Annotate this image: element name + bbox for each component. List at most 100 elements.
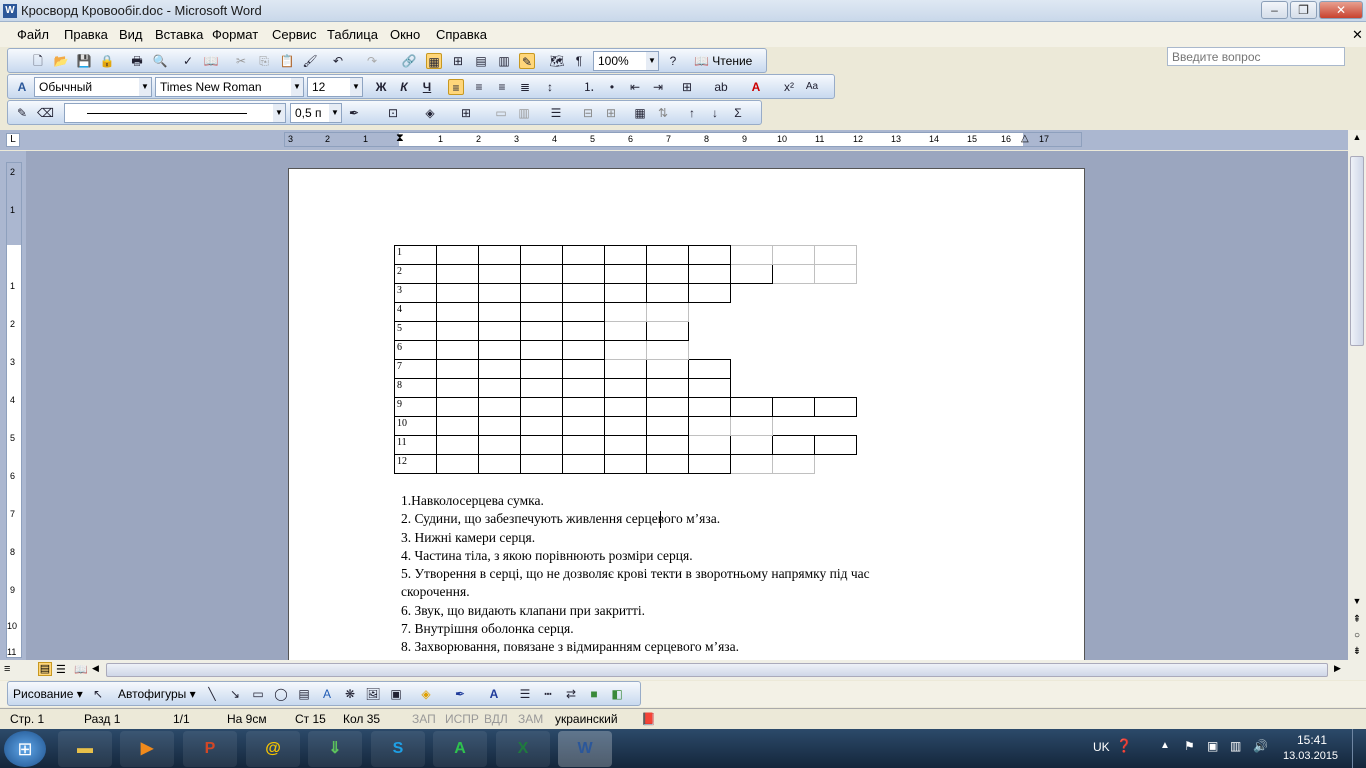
powerpoint-taskbar-icon[interactable]: P bbox=[183, 731, 237, 767]
style-select[interactable]: Обычный ▼ bbox=[34, 77, 152, 97]
clue-number-cell[interactable]: 7 bbox=[394, 359, 437, 379]
bullets-icon[interactable]: • bbox=[604, 79, 620, 95]
letter-cell[interactable] bbox=[436, 378, 479, 398]
bold-button[interactable]: Ж bbox=[373, 79, 389, 95]
split-cells-icon[interactable]: ▥ bbox=[516, 105, 532, 121]
letter-cell[interactable] bbox=[730, 435, 773, 455]
insert-table-2-icon[interactable]: ⊞ bbox=[458, 105, 474, 121]
letter-cell[interactable] bbox=[646, 359, 689, 379]
decrease-indent-icon[interactable]: ⇤ bbox=[627, 79, 643, 95]
letter-cell[interactable] bbox=[436, 454, 479, 474]
grid-cell-light[interactable] bbox=[646, 340, 689, 360]
line-weight-select[interactable]: 0,5 п ▼ bbox=[290, 103, 342, 123]
text-direction-icon[interactable]: ⇅ bbox=[655, 105, 671, 121]
font-color-2-icon[interactable]: A bbox=[486, 686, 502, 702]
close-document-icon[interactable]: ✕ bbox=[1352, 27, 1363, 43]
letter-cell[interactable] bbox=[646, 283, 689, 303]
browse-object-icon[interactable]: ○ bbox=[1350, 630, 1364, 644]
columns-icon[interactable]: ▥ bbox=[496, 53, 512, 69]
letter-cell[interactable] bbox=[520, 245, 563, 265]
menu-tools[interactable]: Сервис bbox=[272, 27, 317, 42]
open-icon[interactable]: 📂 bbox=[53, 53, 69, 69]
excel-taskbar-icon[interactable]: X bbox=[496, 731, 550, 767]
clock-time[interactable]: 15:41 bbox=[1297, 733, 1327, 747]
print-preview-icon[interactable]: 🔍 bbox=[152, 53, 168, 69]
clues-list[interactable]: 1.Навколосерцева сумка. 2. Судини, що за… bbox=[401, 492, 1001, 657]
save-icon[interactable]: 💾 bbox=[76, 53, 92, 69]
arrow-icon[interactable]: ↘ bbox=[227, 686, 243, 702]
letter-cell[interactable] bbox=[646, 378, 689, 398]
merge-cells-icon[interactable]: ▭ bbox=[493, 105, 509, 121]
status-extend[interactable]: ВДЛ bbox=[484, 712, 508, 726]
wordart-icon[interactable]: A bbox=[319, 686, 335, 702]
letter-cell[interactable] bbox=[562, 302, 605, 322]
print-layout-icon[interactable]: ▤ bbox=[38, 662, 52, 676]
clue-number-cell[interactable]: 8 bbox=[394, 378, 437, 398]
letter-cell[interactable] bbox=[604, 359, 647, 379]
dash-style-icon[interactable]: ┅ bbox=[540, 686, 556, 702]
menu-view[interactable]: Вид bbox=[119, 27, 143, 42]
show-formatting-icon[interactable]: ¶ bbox=[571, 53, 587, 69]
clue-number-cell[interactable]: 5 bbox=[394, 321, 437, 341]
shading-color-icon[interactable]: ◈ bbox=[422, 105, 438, 121]
grid-cell-light[interactable] bbox=[604, 302, 647, 322]
grid-cell-light[interactable] bbox=[646, 302, 689, 322]
letter-cell[interactable] bbox=[436, 416, 479, 436]
clue-number-cell[interactable]: 11 bbox=[394, 435, 437, 455]
underline-button[interactable]: Ч bbox=[419, 79, 435, 95]
help-icon[interactable]: ? bbox=[665, 53, 681, 69]
grid-cell-light[interactable] bbox=[772, 245, 815, 265]
letter-cell[interactable] bbox=[478, 454, 521, 474]
drawing-toggle-icon[interactable]: ✎ bbox=[519, 53, 535, 69]
status-track-changes[interactable]: ИСПР bbox=[445, 712, 479, 726]
letter-cell[interactable] bbox=[478, 245, 521, 265]
select-objects-icon[interactable]: ↖ bbox=[90, 686, 106, 702]
fill-color-icon[interactable]: ◈ bbox=[418, 686, 434, 702]
cut-icon[interactable]: ✂ bbox=[233, 53, 249, 69]
menu-edit[interactable]: Правка bbox=[64, 27, 108, 42]
new-document-icon[interactable]: 🗋 bbox=[30, 53, 46, 69]
font-color-icon[interactable]: A bbox=[748, 79, 764, 95]
letter-cell[interactable] bbox=[436, 283, 479, 303]
letter-cell[interactable] bbox=[520, 454, 563, 474]
letter-cell[interactable] bbox=[604, 416, 647, 436]
show-desktop-button[interactable] bbox=[1352, 729, 1366, 768]
letter-cell[interactable] bbox=[562, 435, 605, 455]
tables-borders-icon[interactable]: ▦ bbox=[426, 53, 442, 69]
reading-view-icon[interactable]: 📖 bbox=[74, 663, 88, 676]
align-left-icon[interactable]: ≡ bbox=[448, 79, 464, 95]
close-button[interactable]: ✕ bbox=[1319, 1, 1363, 19]
letter-cell[interactable] bbox=[478, 435, 521, 455]
letter-cell[interactable] bbox=[520, 264, 563, 284]
letter-cell[interactable] bbox=[604, 397, 647, 417]
sort-descending-icon[interactable]: ↓ bbox=[707, 105, 723, 121]
letter-cell[interactable] bbox=[436, 264, 479, 284]
scroll-thumb[interactable] bbox=[1350, 156, 1364, 346]
oval-icon[interactable]: ◯ bbox=[273, 686, 289, 702]
grid-cell-light[interactable] bbox=[814, 245, 857, 265]
letter-cell[interactable] bbox=[478, 264, 521, 284]
line-style-select[interactable]: ▼ bbox=[64, 103, 286, 123]
document-area[interactable]: 1 2 3 4 5 6 7 8 9 10 11 12 1.Навколосерцева сумка. … bbox=[26, 151, 1348, 660]
highlight-icon[interactable]: ab bbox=[713, 79, 729, 95]
letter-cell[interactable] bbox=[478, 378, 521, 398]
letter-cell[interactable] bbox=[562, 245, 605, 265]
letter-cell[interactable] bbox=[478, 283, 521, 303]
spelling-icon[interactable]: ✓ bbox=[180, 53, 196, 69]
letter-cell[interactable] bbox=[478, 359, 521, 379]
scroll-right-icon[interactable]: ▶ bbox=[1334, 663, 1341, 674]
copy-icon[interactable]: ⎘ bbox=[256, 53, 272, 69]
letter-cell[interactable] bbox=[436, 321, 479, 341]
device-tray-icon[interactable]: ▣ bbox=[1207, 739, 1218, 753]
align-cells-icon[interactable]: ☰ bbox=[548, 105, 564, 121]
reading-mode-button[interactable]: 📖 Чтение bbox=[694, 54, 752, 68]
clock-date[interactable]: 13.03.2015 bbox=[1283, 750, 1338, 762]
align-center-icon[interactable]: ≡ bbox=[471, 79, 487, 95]
letter-cell[interactable] bbox=[604, 378, 647, 398]
clue-number-cell[interactable]: 10 bbox=[394, 416, 437, 436]
letter-cell[interactable] bbox=[478, 321, 521, 341]
print-icon[interactable]: 🖶 bbox=[129, 53, 145, 69]
clue-number-cell[interactable]: 12 bbox=[394, 454, 437, 474]
hyperlink-icon[interactable]: 🔗 bbox=[401, 53, 417, 69]
letter-cell[interactable] bbox=[688, 454, 731, 474]
